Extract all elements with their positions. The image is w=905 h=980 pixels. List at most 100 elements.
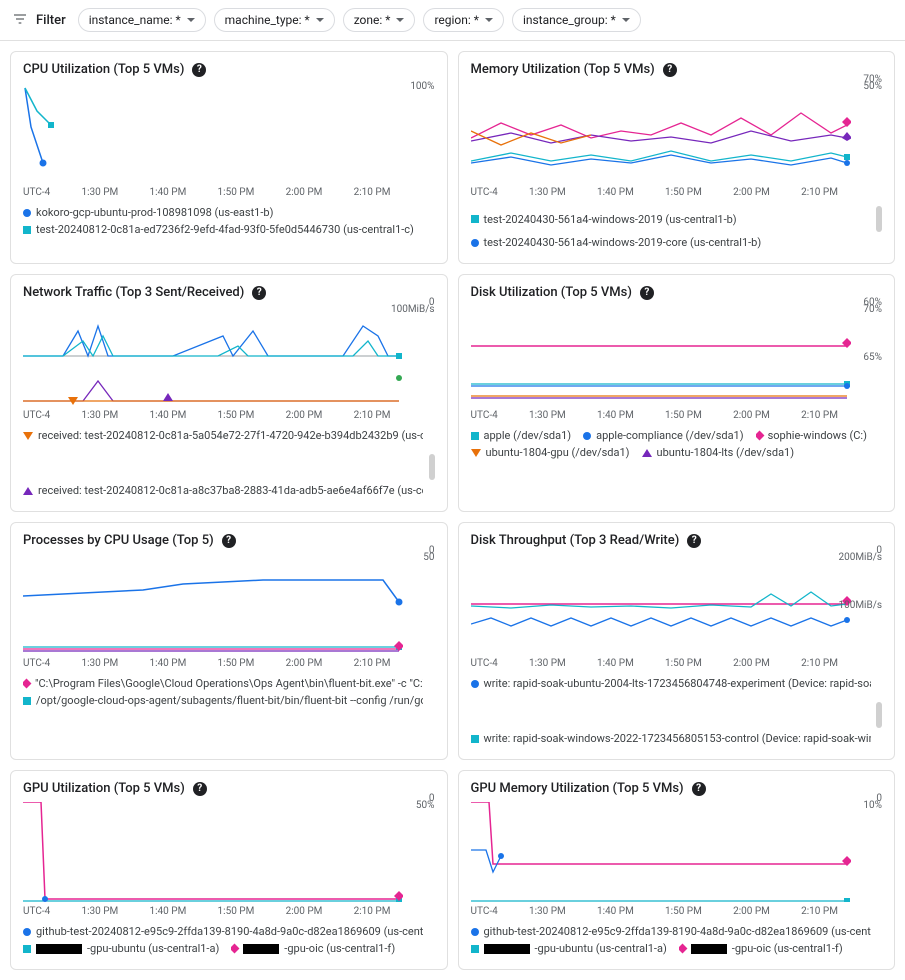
- legend-item[interactable]: github-test-20240812-e95c9-2ffda139-8190…: [23, 925, 423, 938]
- legend-item[interactable]: -gpu-oic (us-central1-f): [231, 942, 395, 955]
- help-icon[interactable]: ?: [192, 63, 206, 77]
- help-icon[interactable]: ?: [222, 534, 236, 548]
- filter-chip-instance_name[interactable]: instance_name: *: [78, 8, 206, 32]
- legend: github-test-20240812-e95c9-2ffda139-8190…: [23, 925, 435, 955]
- xaxis: UTC-41:30 PM1:40 PM1:50 PM2:00 PM2:10 PM: [23, 906, 435, 917]
- legend-item[interactable]: received: test-20240812-0c81a-a8c37ba8-2…: [23, 484, 423, 497]
- legend-item[interactable]: sophie-windows (C:): [756, 429, 867, 442]
- help-icon[interactable]: ?: [663, 63, 677, 77]
- legend-marker: [471, 432, 479, 440]
- legend-item[interactable]: write: rapid-soak-windows-2022-172345680…: [471, 732, 871, 745]
- help-icon[interactable]: ?: [252, 286, 266, 300]
- legend-item[interactable]: -gpu-ubuntu (us-central1-a): [23, 942, 219, 955]
- legend-marker: [471, 928, 479, 936]
- chart-gpu[interactable]: 50%0: [23, 802, 435, 902]
- legend: write: rapid-soak-ubuntu-2004-lts-172345…: [471, 677, 883, 745]
- legend-item[interactable]: test-20240812-0c81a-ed7236f2-9efd-4fad-9…: [23, 223, 414, 236]
- legend: apple (/dev/sda1) apple-compliance (/dev/…: [471, 429, 883, 459]
- xaxis: UTC-41:30 PM1:40 PM1:50 PM2:00 PM2:10 PM: [471, 906, 883, 917]
- legend-marker: [471, 680, 479, 688]
- card-network-traffic: Network Traffic (Top 3 Sent/Received) ? …: [10, 274, 448, 512]
- scrollbar[interactable]: [429, 454, 435, 480]
- xaxis: UTC-41:30 PM1:40 PM1:50 PM2:00 PM2:10 PM: [471, 658, 883, 669]
- chart-disk-throughput[interactable]: 200MiB/s 100MiB/s 0: [471, 554, 883, 654]
- card-title: GPU Memory Utilization (Top 5 VMs): [471, 781, 684, 796]
- card-title: Processes by CPU Usage (Top 5): [23, 533, 214, 548]
- legend: kokoro-gcp-ubuntu-prod-108981098 (us-eas…: [23, 206, 435, 236]
- legend-item[interactable]: ubuntu-1804-lts (/dev/sda1): [642, 446, 795, 459]
- legend-marker: [471, 449, 481, 457]
- legend: test-20240430-561a4-windows-2019 (us-cen…: [471, 206, 883, 249]
- scrollbar[interactable]: [876, 702, 882, 728]
- help-icon[interactable]: ?: [692, 782, 706, 796]
- legend-marker: [756, 431, 764, 441]
- legend-marker: [23, 487, 33, 495]
- help-icon[interactable]: ?: [687, 534, 701, 548]
- chart-memory[interactable]: 50%70%: [471, 83, 883, 183]
- legend-marker: [231, 944, 239, 954]
- card-memory-utilization: Memory Utilization (Top 5 VMs) ? 50%70% …: [458, 51, 896, 264]
- legend-item[interactable]: /opt/google-cloud-ops-agent/subagents/fl…: [23, 694, 423, 707]
- card-title: CPU Utilization (Top 5 VMs): [23, 62, 184, 77]
- legend-marker: [679, 944, 687, 954]
- card-disk-throughput: Disk Throughput (Top 3 Read/Write) ? 200…: [458, 522, 896, 760]
- filter-chip-instance_group[interactable]: instance_group: *: [512, 8, 641, 32]
- legend-marker: [23, 432, 33, 440]
- help-icon[interactable]: ?: [640, 286, 654, 300]
- legend-marker: [23, 226, 31, 234]
- legend-marker: [23, 209, 31, 217]
- help-icon[interactable]: ?: [193, 782, 207, 796]
- legend-marker: [23, 697, 31, 705]
- filter-icon[interactable]: [12, 11, 28, 30]
- legend-item[interactable]: "C:\Program Files\Google\Cloud Operation…: [23, 677, 423, 690]
- legend: "C:\Program Files\Google\Cloud Operation…: [23, 677, 435, 707]
- card-title: Disk Throughput (Top 3 Read/Write): [471, 533, 680, 548]
- legend-item[interactable]: apple-compliance (/dev/sda1): [583, 429, 743, 442]
- card-title: Network Traffic (Top 3 Sent/Received): [23, 285, 244, 300]
- redacted-text: [484, 944, 530, 954]
- legend-item[interactable]: -gpu-oic (us-central1-f): [679, 942, 843, 955]
- legend-marker: [583, 432, 591, 440]
- legend-item[interactable]: received: test-20240812-0c81a-5a054e72-2…: [23, 429, 423, 442]
- legend-item[interactable]: test-20240430-561a4-windows-2019 (us-cen…: [471, 213, 737, 226]
- legend-item[interactable]: apple (/dev/sda1): [471, 429, 572, 442]
- legend-marker: [471, 239, 479, 247]
- chevron-down-icon: [187, 18, 195, 22]
- legend-item[interactable]: write: rapid-soak-ubuntu-2004-lts-172345…: [471, 677, 871, 690]
- card-title: GPU Utilization (Top 5 VMs): [23, 781, 185, 796]
- filter-bar: Filter instance_name: * machine_type: * zo…: [0, 0, 905, 41]
- legend-item[interactable]: kokoro-gcp-ubuntu-prod-108981098 (us-eas…: [23, 206, 273, 219]
- chart-gpu-memory[interactable]: 10%0: [471, 802, 883, 902]
- legend-marker: [23, 945, 31, 953]
- chevron-down-icon: [396, 18, 404, 22]
- legend: received: test-20240812-0c81a-5a054e72-2…: [23, 429, 435, 497]
- chart-network[interactable]: 100MiB/s0: [23, 306, 435, 406]
- card-cpu-utilization: CPU Utilization (Top 5 VMs) ? 100% UTC-4…: [10, 51, 448, 264]
- chevron-down-icon: [316, 18, 324, 22]
- legend-marker: [23, 679, 31, 689]
- chart-disk-util[interactable]: 70% 65% 60%: [471, 306, 883, 406]
- legend-marker: [642, 449, 652, 457]
- filter-chip-region[interactable]: region: *: [423, 8, 504, 32]
- card-disk-utilization: Disk Utilization (Top 5 VMs) ? 70% 65% 6…: [458, 274, 896, 512]
- chart-cpu[interactable]: 100%: [23, 83, 435, 183]
- redacted-text: [243, 944, 279, 954]
- card-title: Disk Utilization (Top 5 VMs): [471, 285, 632, 300]
- legend-item[interactable]: ubuntu-1804-gpu (/dev/sda1): [471, 446, 630, 459]
- legend-item[interactable]: -gpu-ubuntu (us-central1-a): [471, 942, 667, 955]
- legend-item[interactable]: test-20240430-561a4-windows-2019-core (u…: [471, 236, 762, 249]
- xaxis: UTC-41:30 PM1:40 PM1:50 PM2:00 PM2:10 PM: [471, 187, 883, 198]
- chevron-down-icon: [485, 18, 493, 22]
- filter-label: Filter: [36, 13, 66, 28]
- xaxis: UTC-41:30 PM1:40 PM1:50 PM2:00 PM2:10 PM: [23, 410, 435, 421]
- filter-chip-zone[interactable]: zone: *: [343, 8, 416, 32]
- legend-marker: [23, 928, 31, 936]
- card-gpu-memory-utilization: GPU Memory Utilization (Top 5 VMs) ? 10%…: [458, 770, 896, 970]
- scrollbar[interactable]: [876, 206, 882, 232]
- chevron-down-icon: [622, 18, 630, 22]
- filter-chip-machine_type[interactable]: machine_type: *: [214, 8, 335, 32]
- chart-processes[interactable]: 500: [23, 554, 435, 654]
- legend-marker: [471, 735, 479, 743]
- legend-item[interactable]: github-test-20240812-e95c9-2ffda139-8190…: [471, 925, 871, 938]
- xaxis: UTC-41:30 PM1:40 PM1:50 PM2:00 PM2:10 PM: [471, 410, 883, 421]
